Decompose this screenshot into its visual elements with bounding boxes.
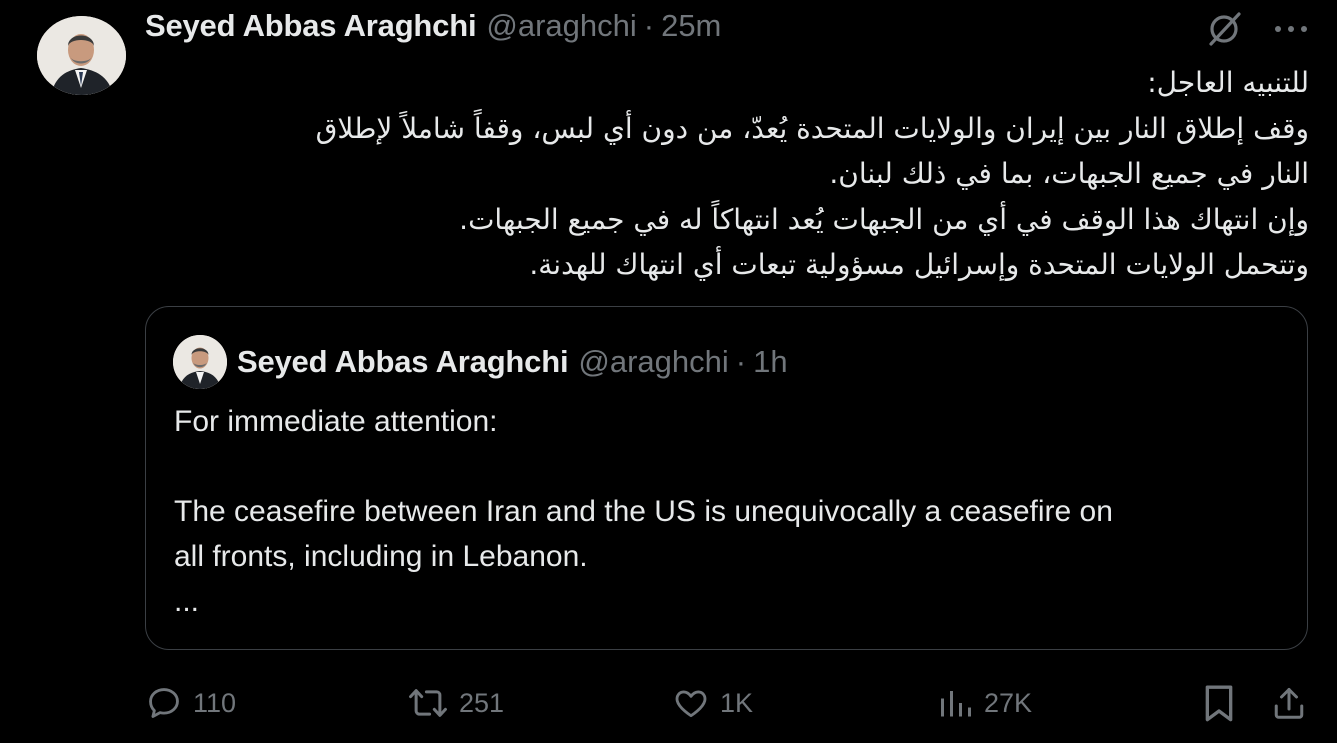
tweet-action-bar: 110 251 1K 27K xyxy=(145,678,1310,728)
quoted-text-line: The ceasefire between Iran and the US is… xyxy=(174,495,1113,528)
share-button[interactable] xyxy=(1271,678,1307,728)
like-icon xyxy=(675,690,707,718)
reply-count: 110 xyxy=(193,687,237,718)
quoted-author-avatar xyxy=(173,335,227,389)
views-button[interactable]: 27K xyxy=(938,678,1032,728)
reply-button[interactable]: 110 xyxy=(145,678,236,728)
share-icon xyxy=(1274,688,1304,719)
tweet-timestamp[interactable]: 25m xyxy=(661,8,721,44)
quoted-tweet-text: For immediate attention: The ceasefire b… xyxy=(174,399,1284,624)
tweet-body-line: وتتحمل الولايات المتحدة وإسرائيل مسؤولية… xyxy=(529,248,1309,281)
tweet-body-line: وإن انتهاك هذا الوقف في أي من الجبهات يُ… xyxy=(459,202,1309,236)
quoted-author-name: Seyed Abbas Araghchi xyxy=(237,344,569,379)
more-icon[interactable] xyxy=(1273,23,1309,35)
bookmark-icon xyxy=(1205,685,1233,722)
grok-icon[interactable] xyxy=(1205,10,1243,48)
tweet-body-line: النار في جميع الجبهات، بما في ذلك لبنان. xyxy=(829,157,1309,190)
author-avatar[interactable] xyxy=(37,16,126,95)
quoted-tweet-header: Seyed Abbas Araghchi @araghchi · 1h xyxy=(237,342,788,382)
author-handle[interactable]: @araghchi xyxy=(486,8,636,44)
separator-dot: · xyxy=(643,8,655,43)
separator-dot: · xyxy=(735,344,747,379)
quoted-author-handle: @araghchi xyxy=(578,344,729,379)
quoted-text-line: For immediate attention: xyxy=(174,405,498,438)
tweet-header: Seyed Abbas Araghchi @araghchi · 25m xyxy=(145,6,721,46)
repost-icon xyxy=(409,689,447,717)
tweet-body: للتنبيه العاجل: وقف إطلاق النار بين إيرا… xyxy=(145,60,1309,288)
repost-button[interactable]: 251 xyxy=(407,678,504,728)
tweet-top-actions xyxy=(1205,10,1309,48)
quoted-text-line xyxy=(174,444,1284,489)
quoted-text-line: all fronts, including in Lebanon. xyxy=(174,540,588,573)
views-count: 27K xyxy=(984,687,1033,718)
quoted-text-line: ... xyxy=(174,585,200,618)
bookmark-button[interactable] xyxy=(1202,678,1236,728)
reply-icon xyxy=(149,688,179,718)
like-button[interactable]: 1K xyxy=(672,678,753,728)
quoted-tweet-timestamp: 1h xyxy=(753,344,788,379)
like-count: 1K xyxy=(720,687,754,718)
tweet-body-line: وقف إطلاق النار بين إيران والولايات المت… xyxy=(315,111,1309,145)
views-icon xyxy=(941,691,971,717)
author-name[interactable]: Seyed Abbas Araghchi xyxy=(145,8,477,44)
repost-count: 251 xyxy=(459,687,505,718)
tweet-body-line: للتنبيه العاجل: xyxy=(1147,66,1309,99)
quoted-tweet-card[interactable]: Seyed Abbas Araghchi @araghchi · 1h For … xyxy=(145,306,1308,650)
